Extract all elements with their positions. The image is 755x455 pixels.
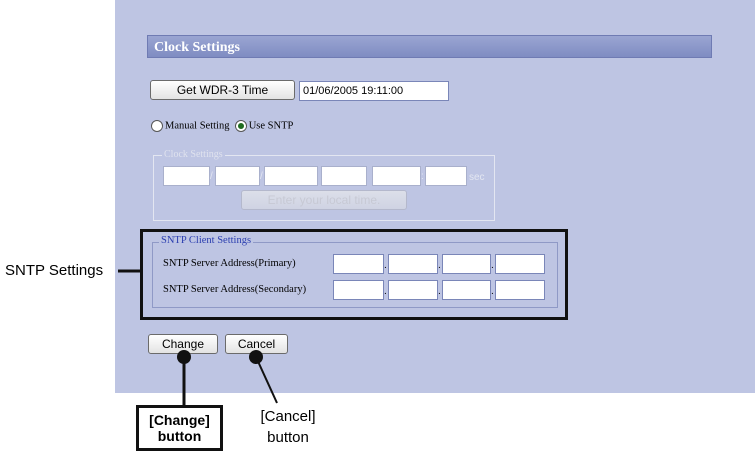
change-callout-line1: [Change] <box>149 412 210 428</box>
cancel-button-callout: [Cancel] button <box>258 406 318 448</box>
sntp-settings-callout: SNTP Settings <box>5 262 104 279</box>
cancel-callout-line2: button <box>267 429 309 446</box>
change-button-callout: [Change] button <box>136 405 223 451</box>
cancel-callout-line1: [Cancel] <box>260 408 316 425</box>
callout-lines <box>118 269 278 406</box>
change-callout-line2: button <box>157 428 202 444</box>
